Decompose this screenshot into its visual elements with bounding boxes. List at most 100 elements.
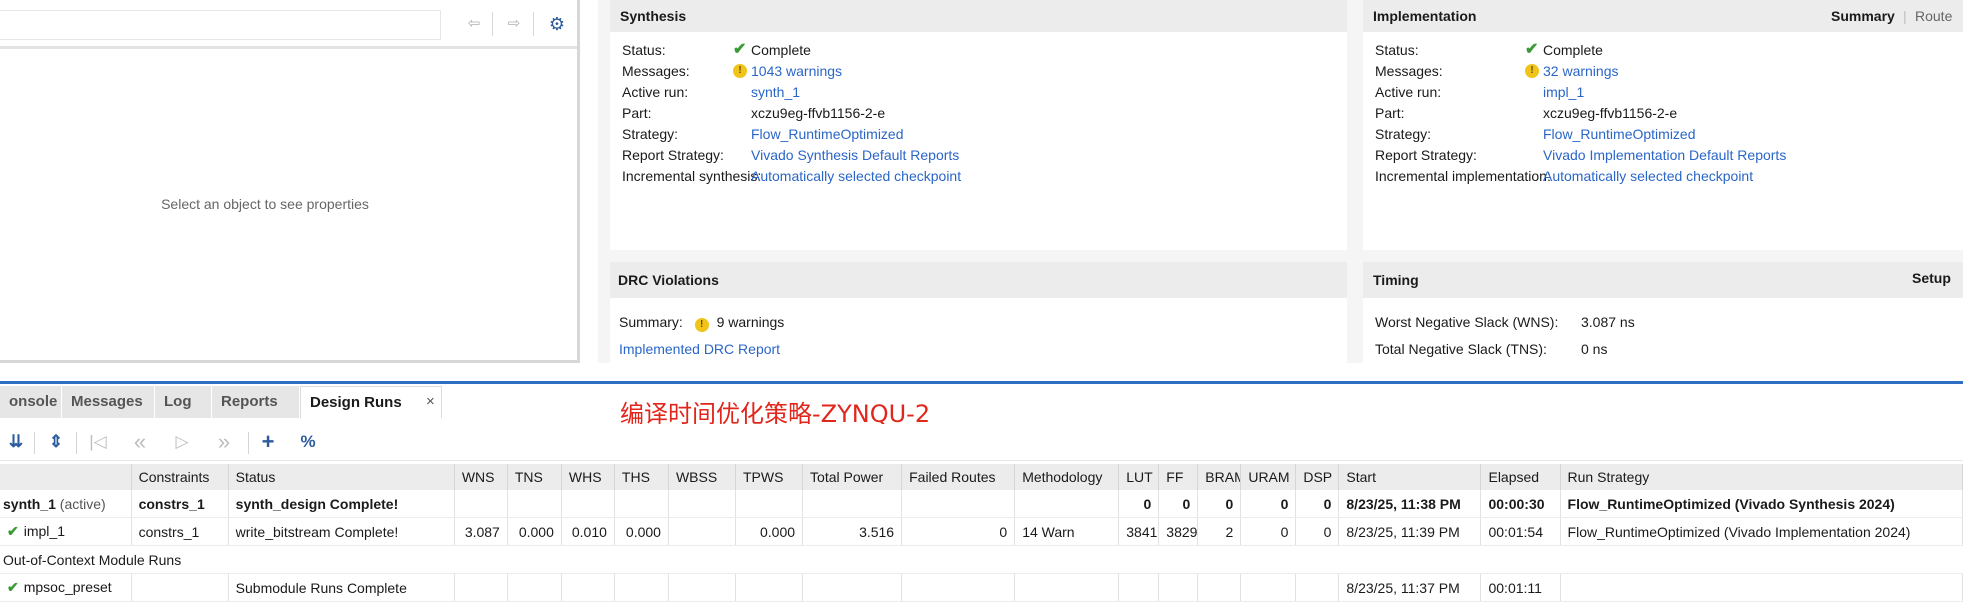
table-cell (454, 490, 508, 518)
column-header[interactable]: Elapsed (1480, 464, 1561, 490)
first-icon[interactable]: |◁ (86, 430, 110, 454)
design-runs-table: Constraints Status WNS TNS WHS THS WBSS TPWS Tot… (0, 464, 1963, 602)
timing-title: Timing (1363, 262, 1963, 298)
column-header[interactable]: Total Power (802, 464, 903, 490)
table-cell: Submodule Runs Complete (228, 573, 455, 602)
table-cell (614, 573, 669, 602)
table-cell: Flow_RuntimeOptimized (Vivado Implementa… (1560, 517, 1963, 546)
column-header[interactable]: URAM (1240, 464, 1297, 490)
table-cell (802, 490, 903, 518)
column-header[interactable]: FF (1158, 464, 1199, 490)
column-header[interactable]: Start (1338, 464, 1482, 490)
column-header[interactable]: WBSS (668, 464, 737, 490)
table-cell: 0 (1295, 490, 1340, 518)
column-header[interactable]: WHS (561, 464, 615, 490)
summary-row-value: xczu9eg-ffvb1156-2-e (751, 105, 886, 121)
setup-link[interactable]: Setup (1912, 262, 1951, 294)
column-header[interactable]: BRAM (1197, 464, 1242, 490)
summary-row-link[interactable]: Vivado Synthesis Default Reports (751, 145, 959, 165)
ooc-group-label[interactable]: Out-of-Context Module Runs (0, 545, 1963, 574)
properties-search-field[interactable] (0, 10, 441, 40)
summary-row-link[interactable]: impl_1 (1543, 82, 1584, 102)
table-cell (735, 490, 804, 518)
summary-row: Part: xczu9eg-ffvb1156-2-e (610, 103, 1347, 123)
table-cell: 3841 (1118, 517, 1160, 546)
drc-summary-label: Summary: (619, 314, 683, 330)
tab-design-runs[interactable]: Design Runs (300, 386, 442, 418)
previous-icon[interactable]: « (128, 430, 152, 454)
back-arrow-icon[interactable]: ⇦ (462, 13, 486, 35)
expand-all-icon[interactable]: ⇕ (44, 430, 68, 454)
column-header[interactable]: Methodology (1014, 464, 1120, 490)
table-cell (901, 573, 1016, 602)
project-summary: Synthesis Status: ✔ Complete Messages:! 1043… (598, 0, 1963, 363)
table-row[interactable]: Out-of-Context Module Runs (0, 545, 1963, 574)
next-icon[interactable]: » (212, 430, 236, 454)
summary-row: Incremental synthesis: Automatically sele… (610, 166, 1347, 186)
toolbar-separator (34, 432, 35, 454)
column-header[interactable]: Status (228, 464, 455, 490)
run-name-cell[interactable]: ✔ impl_1 (0, 517, 132, 546)
drc-report-link[interactable]: Implemented DRC Report (619, 339, 780, 359)
summary-row-link[interactable]: 1043 warnings (751, 61, 842, 81)
gear-icon[interactable]: ⚙ (545, 13, 569, 35)
column-header[interactable]: WNS (454, 464, 508, 490)
column-header[interactable]: Constraints (131, 464, 229, 490)
summary-row-link[interactable]: Automatically selected checkpoint (751, 166, 961, 186)
summary-row-link[interactable]: synth_1 (751, 82, 800, 102)
run-name-cell[interactable]: ✔ mpsoc_preset (0, 573, 132, 602)
column-header[interactable] (0, 464, 132, 490)
warning-icon: ! (1525, 64, 1539, 78)
route-link[interactable]: Route (1915, 0, 1952, 32)
column-header[interactable]: TPWS (735, 464, 804, 490)
run-icon[interactable]: ▷ (170, 430, 194, 454)
table-cell (1014, 490, 1120, 518)
summary-row-link[interactable]: Vivado Implementation Default Reports (1543, 145, 1786, 165)
run-name: synth_1 (3, 495, 56, 512)
summary-row-label: Status: (622, 42, 666, 58)
close-icon[interactable]: × (426, 386, 435, 418)
run-name-cell[interactable]: synth_1 (active) (0, 490, 132, 518)
table-cell: 0 (901, 517, 1016, 546)
tab-reports[interactable]: Reports (212, 386, 300, 418)
table-row[interactable]: ✔ impl_1 constrs_1 write_bitstream Complete… (0, 517, 1963, 546)
table-cell (614, 490, 669, 518)
table-cell (901, 490, 1016, 518)
column-header[interactable]: Failed Routes (901, 464, 1016, 490)
collapse-all-icon[interactable]: ⇊ (4, 430, 28, 454)
column-header[interactable]: TNS (507, 464, 562, 490)
table-cell: 0 (1295, 517, 1340, 546)
forward-arrow-icon[interactable]: ⇨ (502, 13, 526, 35)
summary-row-link[interactable]: 32 warnings (1543, 61, 1619, 81)
column-header[interactable]: DSP (1295, 464, 1340, 490)
table-row[interactable]: ✔ mpsoc_preset Submodule Runs Complete 8/23… (0, 573, 1963, 602)
column-header[interactable]: THS (614, 464, 669, 490)
table-cell (1158, 573, 1199, 602)
summary-row: Active run: impl_1 (1363, 82, 1963, 102)
synthesis-card: Synthesis Status: ✔ Complete Messages:! 1043… (610, 0, 1347, 250)
add-icon[interactable]: + (256, 430, 280, 454)
drc-summary-value: 9 warnings (716, 314, 785, 330)
tab-console[interactable]: onsole (0, 386, 62, 418)
column-header[interactable]: LUT (1118, 464, 1160, 490)
percent-icon[interactable]: % (296, 430, 320, 454)
summary-row: Active run: synth_1 (610, 82, 1347, 102)
warning-icon: ! (694, 318, 709, 332)
summary-row-link[interactable]: Flow_RuntimeOptimized (1543, 124, 1696, 144)
table-cell: 0 (1240, 517, 1297, 546)
properties-toolbar: ⇦ ⇨ ⚙ (0, 0, 577, 49)
tab-messages[interactable]: Messages (62, 386, 155, 418)
summary-row-link[interactable]: Flow_RuntimeOptimized (751, 124, 904, 144)
tab-log[interactable]: Log (155, 386, 212, 418)
timing-card: Timing Setup Worst Negative Slack (WNS):… (1363, 262, 1963, 363)
summary-row-label: Incremental implementation: (1375, 168, 1551, 184)
summary-link[interactable]: Summary (1831, 0, 1895, 32)
wns-value: 3.087 ns (1581, 314, 1635, 330)
column-header[interactable]: Run Strategy (1560, 464, 1963, 490)
table-cell: 0.000 (614, 517, 669, 546)
table-cell: 14 Warn (1014, 517, 1120, 546)
table-row[interactable]: synth_1 (active) constrs_1 synth_design Co… (0, 490, 1963, 518)
summary-row-link[interactable]: Automatically selected checkpoint (1543, 166, 1753, 186)
table-cell (561, 490, 615, 518)
table-header: Constraints Status WNS TNS WHS THS WBSS TPWS Tot… (0, 464, 1963, 490)
